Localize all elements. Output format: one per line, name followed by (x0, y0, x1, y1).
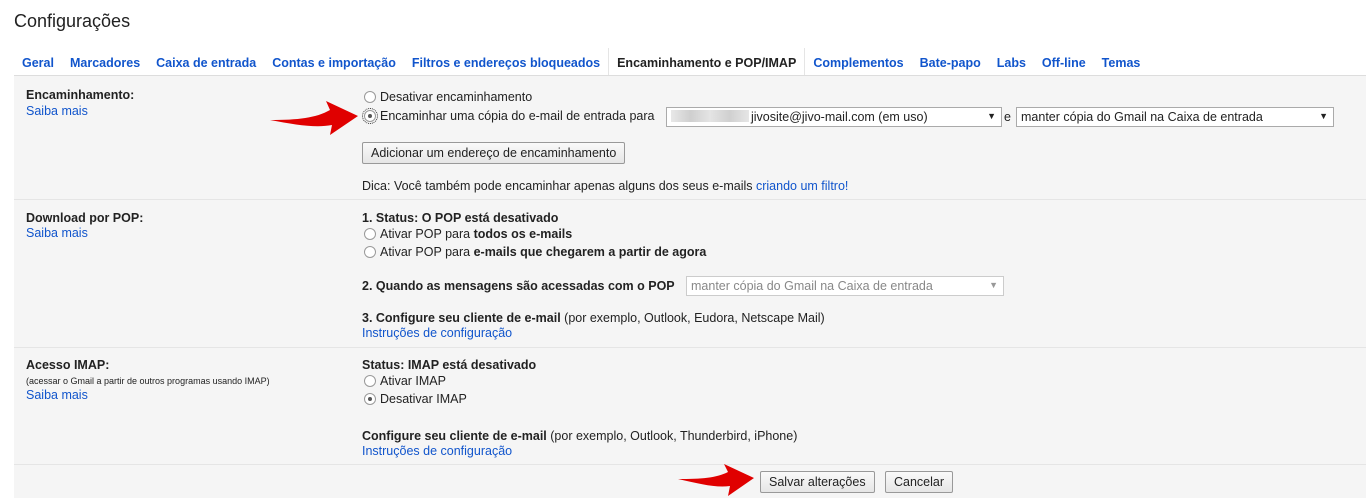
radio-pop-all[interactable]: Ativar POP para todos os e-mails (364, 227, 572, 241)
tab-bate-papo[interactable]: Bate-papo (912, 48, 989, 75)
and-label: e (1004, 110, 1011, 124)
tab-geral[interactable]: Geral (14, 48, 62, 75)
tab-temas[interactable]: Temas (1094, 48, 1149, 75)
radio-button[interactable] (364, 375, 376, 387)
pop-section: Download por POP: Saiba mais 1. Status: … (14, 200, 1366, 348)
pop-configure: 3. Configure seu cliente de e-mail (por … (362, 311, 825, 325)
pop-learn-more-link[interactable]: Saiba mais (26, 226, 88, 240)
redacted-address (671, 110, 749, 122)
tab-off-line[interactable]: Off-line (1034, 48, 1094, 75)
radio-button[interactable] (364, 246, 376, 258)
forward-address-select[interactable]: jivosite@jivo-mail.com (em uso) ▼ (666, 107, 1002, 127)
radio-disable-forwarding[interactable]: Desativar encaminhamento (364, 90, 532, 104)
imap-label: Acesso IMAP: (26, 358, 110, 372)
radio-button[interactable] (364, 393, 376, 405)
forward-action-select[interactable]: manter cópia do Gmail na Caixa de entrad… (1016, 107, 1334, 127)
add-forwarding-address-button[interactable]: Adicionar um endereço de encaminhamento (362, 142, 626, 164)
tab-filtros[interactable]: Filtros e endereços bloqueados (404, 48, 608, 75)
radio-button[interactable] (364, 228, 376, 240)
pop-label: Download por POP: (26, 211, 144, 225)
radio-forward-copy[interactable]: Encaminhar uma cópia do e-mail de entrad… (362, 108, 655, 124)
pop-status: 1. Status: O POP está desativado (362, 211, 559, 225)
imap-status: Status: IMAP está desativado (362, 358, 537, 372)
save-changes-button[interactable]: Salvar alterações (760, 471, 875, 493)
create-filter-link[interactable]: criando um filtro! (756, 179, 848, 193)
forwarding-section: Encaminhamento: Saiba mais Desativar enc… (14, 76, 1366, 200)
tab-caixa-de-entrada[interactable]: Caixa de entrada (148, 48, 264, 75)
radio-imap-enable[interactable]: Ativar IMAP (364, 374, 446, 388)
forwarding-tip: Dica: Você também pode encaminhar apenas… (362, 179, 849, 193)
red-arrow-icon (678, 464, 754, 496)
radio-imap-disable[interactable]: Desativar IMAP (364, 392, 467, 406)
cancel-button[interactable]: Cancelar (885, 471, 954, 493)
page-title: Configurações (14, 11, 131, 31)
radio-button[interactable] (362, 108, 378, 124)
tab-encaminhamento-pop-imap[interactable]: Encaminhamento e POP/IMAP (608, 48, 806, 75)
radio-label: Desativar encaminhamento (380, 90, 533, 104)
tab-complementos[interactable]: Complementos (805, 48, 911, 75)
forwarding-learn-more-link[interactable]: Saiba mais (26, 104, 88, 118)
pop-instructions-link[interactable]: Instruções de configuração (362, 326, 512, 340)
tab-labs[interactable]: Labs (989, 48, 1034, 75)
chevron-down-icon: ▼ (987, 111, 996, 121)
imap-learn-more-link[interactable]: Saiba mais (26, 388, 88, 402)
imap-section: Acesso IMAP: (acessar o Gmail a partir d… (14, 348, 1366, 465)
settings-tabs: Geral Marcadores Caixa de entrada Contas… (14, 48, 1366, 76)
radio-label: Encaminhar uma cópia do e-mail de entrad… (380, 109, 655, 123)
chevron-down-icon: ▼ (1319, 111, 1328, 121)
imap-instructions-link[interactable]: Instruções de configuração (362, 444, 512, 458)
imap-configure: Configure seu cliente de e-mail (por exe… (362, 429, 798, 443)
red-arrow-icon (270, 101, 358, 135)
pop-when-select[interactable]: manter cópia do Gmail na Caixa de entrad… (686, 276, 1004, 296)
chevron-down-icon: ▼ (989, 280, 998, 290)
tab-contas-importacao[interactable]: Contas e importação (264, 48, 404, 75)
forwarding-label: Encaminhamento: (26, 88, 135, 102)
settings-panel: Encaminhamento: Saiba mais Desativar enc… (14, 76, 1366, 498)
radio-pop-new[interactable]: Ativar POP para e-mails que chegarem a p… (364, 245, 706, 259)
tab-marcadores[interactable]: Marcadores (62, 48, 148, 75)
radio-button[interactable] (364, 91, 376, 103)
imap-sublabel: (acessar o Gmail a partir de outros prog… (26, 376, 270, 386)
pop-when-label: 2. Quando as mensagens são acessadas com… (362, 279, 675, 293)
